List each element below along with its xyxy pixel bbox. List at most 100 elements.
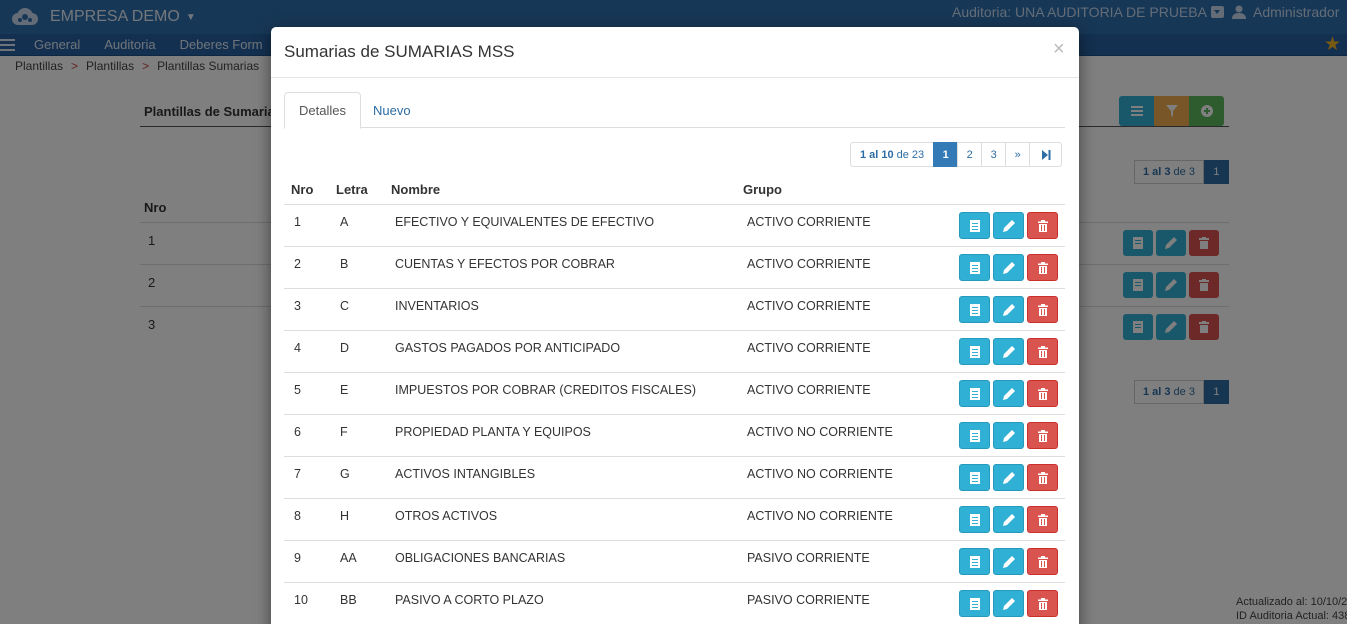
- cell-nro: 9: [294, 551, 301, 565]
- view-button[interactable]: [959, 254, 990, 281]
- delete-button[interactable]: [1027, 254, 1058, 281]
- delete-button[interactable]: [1027, 296, 1058, 323]
- cell-grupo: ACTIVO CORRIENTE: [747, 299, 871, 313]
- trash-icon: [1037, 555, 1048, 568]
- pencil-icon: [1002, 219, 1015, 232]
- page-3-button[interactable]: 3: [981, 142, 1007, 167]
- delete-button[interactable]: [1027, 212, 1058, 239]
- skip-to-end-icon: [1041, 149, 1051, 160]
- view-button[interactable]: [959, 296, 990, 323]
- pencil-icon: [1002, 303, 1015, 316]
- table-row: 4 D GASTOS PAGADOS POR ANTICIPADO ACTIVO…: [284, 330, 1065, 372]
- table-row: 8 H OTROS ACTIVOS ACTIVO NO CORRIENTE: [284, 498, 1065, 540]
- list-icon: [969, 387, 980, 400]
- view-button[interactable]: [959, 212, 990, 239]
- view-button[interactable]: [959, 590, 990, 617]
- edit-button[interactable]: [993, 422, 1024, 449]
- last-page-button[interactable]: [1029, 142, 1063, 167]
- table-row: 2 B CUENTAS Y EFECTOS POR COBRAR ACTIVO …: [284, 246, 1065, 288]
- delete-button[interactable]: [1027, 464, 1058, 491]
- row-actions: [959, 212, 1058, 239]
- cell-nombre: INVENTARIOS: [395, 299, 479, 313]
- cell-letra: B: [340, 257, 349, 271]
- pencil-icon: [1002, 513, 1015, 526]
- edit-button[interactable]: [993, 254, 1024, 281]
- view-button[interactable]: [959, 338, 990, 365]
- pencil-icon: [1002, 429, 1015, 442]
- list-icon: [969, 429, 980, 442]
- view-button[interactable]: [959, 380, 990, 407]
- trash-icon: [1037, 471, 1048, 484]
- row-actions: [959, 422, 1058, 449]
- column-header-nombre: Nombre: [391, 182, 441, 197]
- view-button[interactable]: [959, 548, 990, 575]
- trash-icon: [1037, 429, 1048, 442]
- cell-nro: 4: [294, 341, 301, 355]
- cell-grupo: ACTIVO NO CORRIENTE: [747, 425, 893, 439]
- cell-nombre: OBLIGACIONES BANCARIAS: [395, 551, 566, 565]
- view-button[interactable]: [959, 422, 990, 449]
- cell-nombre: CUENTAS Y EFECTOS POR COBRAR: [395, 257, 615, 271]
- cell-grupo: ACTIVO NO CORRIENTE: [747, 509, 893, 523]
- list-icon: [969, 261, 980, 274]
- list-icon: [969, 513, 980, 526]
- delete-button[interactable]: [1027, 590, 1058, 617]
- edit-button[interactable]: [993, 464, 1024, 491]
- delete-button[interactable]: [1027, 548, 1058, 575]
- pagination: 1 al 10 de 23 1 2 3 »: [850, 142, 1063, 167]
- cell-nro: 10: [294, 593, 308, 607]
- cell-nro: 1: [294, 215, 301, 229]
- cell-grupo: ACTIVO CORRIENTE: [747, 383, 871, 397]
- modal-title: Sumarias de SUMARIAS MSS: [284, 42, 515, 61]
- delete-button[interactable]: [1027, 506, 1058, 533]
- edit-button[interactable]: [993, 548, 1024, 575]
- page-2-button[interactable]: 2: [957, 142, 983, 167]
- column-header-nro: Nro: [291, 182, 314, 197]
- edit-button[interactable]: [993, 590, 1024, 617]
- row-actions: [959, 338, 1058, 365]
- tab-detalles[interactable]: Detalles: [284, 92, 361, 129]
- delete-button[interactable]: [1027, 422, 1058, 449]
- row-actions: [959, 296, 1058, 323]
- view-button[interactable]: [959, 506, 990, 533]
- row-actions: [959, 380, 1058, 407]
- cell-grupo: ACTIVO CORRIENTE: [747, 341, 871, 355]
- row-actions: [959, 548, 1058, 575]
- list-icon: [969, 345, 980, 358]
- row-actions: [959, 464, 1058, 491]
- cell-nombre: PASIVO A CORTO PLAZO: [395, 593, 544, 607]
- cell-grupo: ACTIVO CORRIENTE: [747, 215, 871, 229]
- edit-button[interactable]: [993, 380, 1024, 407]
- pencil-icon: [1002, 261, 1015, 274]
- cell-nro: 5: [294, 383, 301, 397]
- row-actions: [959, 506, 1058, 533]
- tab-nuevo[interactable]: Nuevo: [359, 92, 425, 128]
- cell-nombre: ACTIVOS INTANGIBLES: [395, 467, 536, 481]
- cell-letra: F: [340, 425, 348, 439]
- edit-button[interactable]: [993, 212, 1024, 239]
- delete-button[interactable]: [1027, 380, 1058, 407]
- cell-nro: 3: [294, 299, 301, 313]
- cell-nombre: GASTOS PAGADOS POR ANTICIPADO: [395, 341, 621, 355]
- list-icon: [969, 303, 980, 316]
- pencil-icon: [1002, 597, 1015, 610]
- cell-nro: 7: [294, 467, 301, 481]
- cell-nro: 8: [294, 509, 301, 523]
- page-1-button[interactable]: 1: [933, 142, 959, 167]
- edit-button[interactable]: [993, 296, 1024, 323]
- trash-icon: [1037, 261, 1048, 274]
- sumarias-table: 1 A EFECTIVO Y EQUIVALENTES DE EFECTIVO …: [284, 204, 1065, 624]
- view-button[interactable]: [959, 464, 990, 491]
- cell-nro: 6: [294, 425, 301, 439]
- next-page-button[interactable]: »: [1005, 142, 1031, 167]
- edit-button[interactable]: [993, 506, 1024, 533]
- edit-button[interactable]: [993, 338, 1024, 365]
- modal-header: Sumarias de SUMARIAS MSS ×: [271, 27, 1079, 78]
- table-row: 7 G ACTIVOS INTANGIBLES ACTIVO NO CORRIE…: [284, 456, 1065, 498]
- trash-icon: [1037, 597, 1048, 610]
- close-icon[interactable]: ×: [1053, 39, 1065, 59]
- delete-button[interactable]: [1027, 338, 1058, 365]
- cell-letra: E: [340, 383, 349, 397]
- cell-grupo: PASIVO CORRIENTE: [747, 593, 870, 607]
- trash-icon: [1037, 345, 1048, 358]
